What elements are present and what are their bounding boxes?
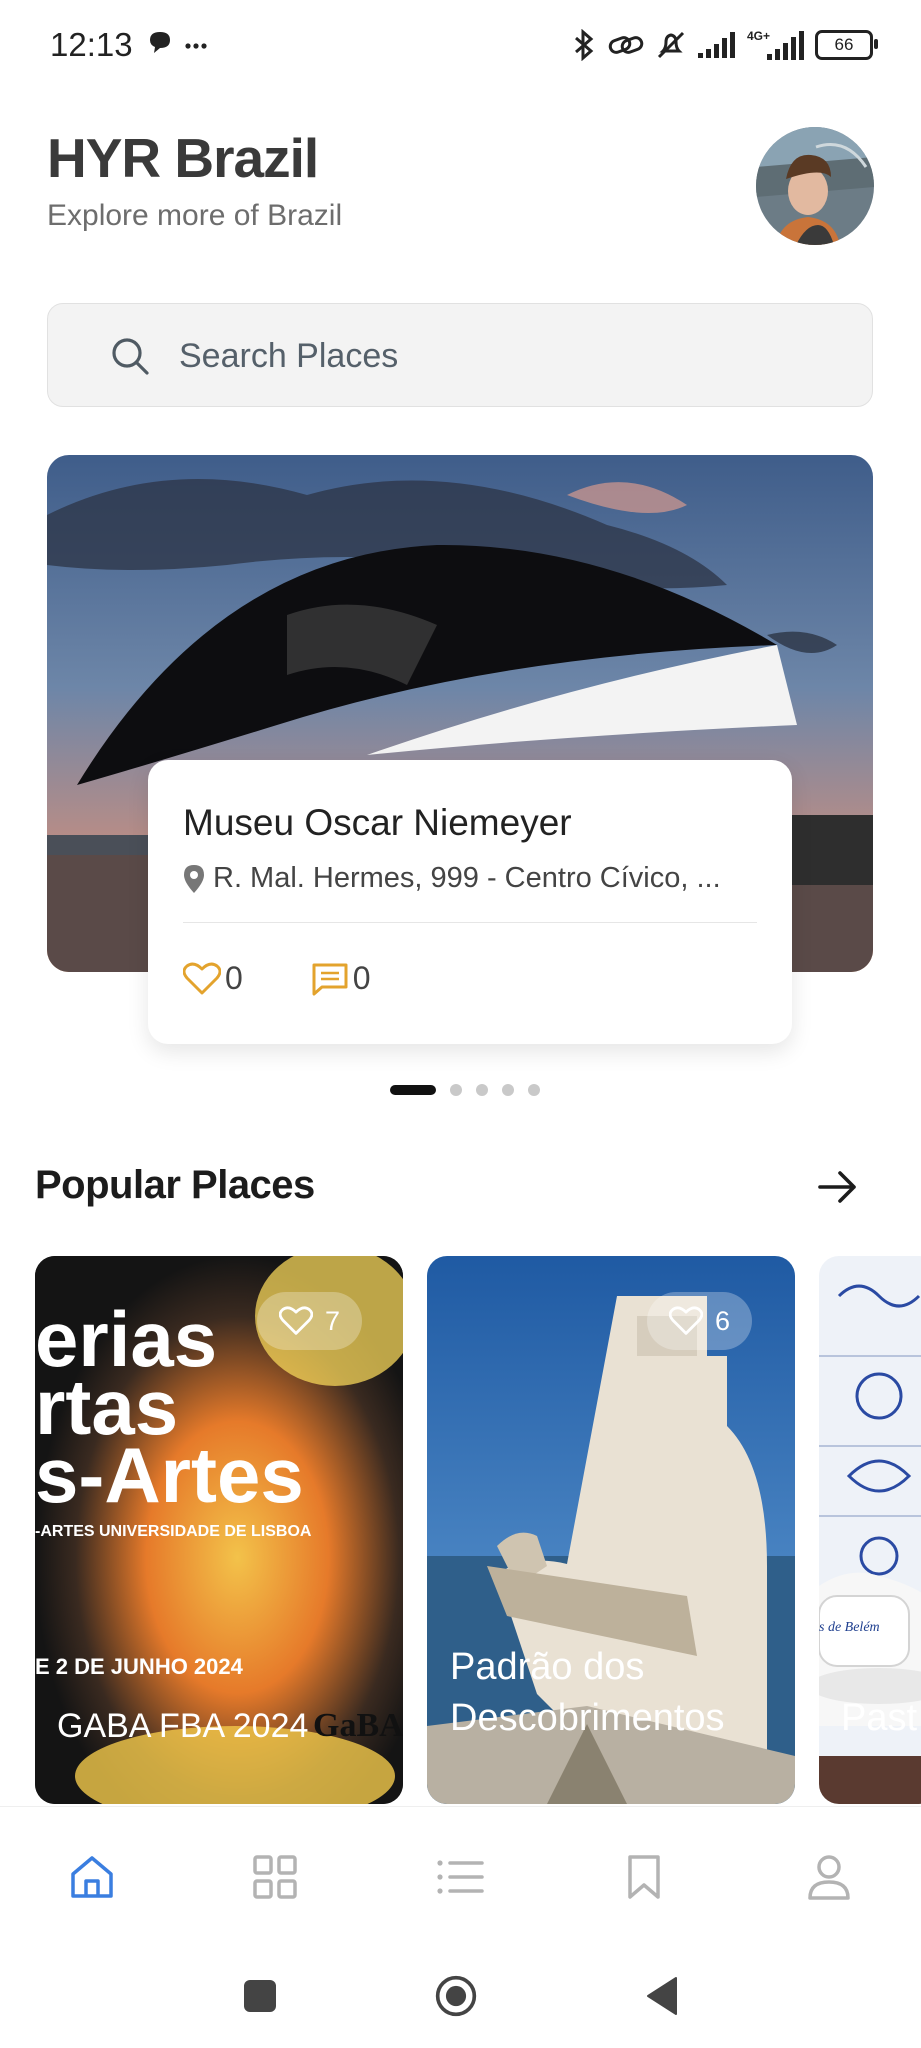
like-count: 7 [325,1305,341,1336]
like-pill[interactable]: 6 [647,1292,753,1350]
home-system-button[interactable] [434,1974,478,2018]
section-title-popular: Popular Places [35,1163,315,1207]
like-pill[interactable]: 7 [257,1292,363,1350]
status-time: 12:13 [50,26,133,63]
featured-address-text: R. Mal. Hermes, 999 - Centro Cívico, ... [213,862,721,894]
nav-categories[interactable] [249,1851,301,1903]
network-type: 4G+ [747,29,770,43]
location-pin-icon [184,864,204,893]
place-name: Past [841,1697,918,1739]
pager-dot[interactable] [527,1084,540,1096]
nav-saved[interactable] [618,1851,670,1903]
more-dots-icon [185,43,207,49]
carousel-pager [0,1084,921,1096]
grid-icon [253,1855,297,1899]
link-icon [608,36,644,54]
status-left-icons [148,30,208,63]
back-triangle-icon [647,1977,677,2015]
search-bar[interactable] [47,303,873,407]
back-button[interactable] [640,1974,684,2018]
poster-date: E 2 DE JUNHO 2024 [35,1654,244,1679]
poster-footer: GABA FBA 2024 [57,1707,308,1745]
bookmark-icon [628,1855,660,1899]
app-subtitle: Explore more of Brazil [47,199,343,232]
heart-icon [279,1306,313,1335]
recent-apps-button[interactable] [238,1974,282,2018]
place-card[interactable]: erias rtas s-Artes -ARTES UNIVERSIDADE D… [35,1256,403,1804]
like-count: 6 [715,1305,731,1336]
profile-icon [808,1855,850,1900]
like-count: 0 [225,960,243,996]
heart-icon [183,962,221,994]
home-icon [71,1856,113,1898]
pager-dot[interactable] [449,1084,462,1096]
poster-logo: GaBA [313,1707,403,1744]
pager-dot[interactable] [501,1084,514,1096]
list-icon [437,1860,484,1894]
like-button[interactable]: 0 [183,960,243,997]
circle-home-icon [435,1975,477,2017]
place-name: Padrão dos Descobrimentos [450,1646,725,1739]
chat-bubble-icon [150,32,170,53]
status-bar: 12:13 4G+ 66 [0,0,921,92]
bottom-nav [0,1806,921,1945]
comment-button[interactable]: 0 [311,960,371,997]
place-card[interactable]: 6 Padrão dos Descobrimentos [427,1256,795,1804]
poster-line: s-Artes [35,1431,304,1519]
battery-icon: 66 [815,30,878,60]
app-title: HYR Brazil [47,127,319,189]
comment-count: 0 [352,960,371,996]
avatar[interactable] [756,127,874,245]
featured-card[interactable]: Museu Oscar Niemeyer R. Mal. Hermes, 999… [148,760,792,1044]
divider [183,922,757,923]
search-icon [112,338,149,375]
heart-icon [669,1306,703,1335]
bell-off-icon [657,31,685,59]
featured-address: R. Mal. Hermes, 999 - Centro Cívico, ... [183,862,763,895]
arrow-right-icon[interactable] [816,1165,860,1209]
battery-level: 66 [834,35,854,54]
featured-title: Museu Oscar Niemeyer [183,802,572,843]
bluetooth-icon [575,29,594,61]
pager-dot[interactable] [389,1085,436,1095]
poster-subtitle: -ARTES UNIVERSIDADE DE LISBOA [35,1523,312,1540]
pager-dot[interactable] [475,1084,488,1096]
nav-profile[interactable] [803,1851,855,1903]
signal-icon [698,32,735,58]
search-input[interactable] [177,324,831,388]
signal-4g-icon: 4G+ [747,29,804,60]
nav-list[interactable] [434,1851,486,1903]
comment-icon [312,963,348,995]
system-nav-bar [0,1944,921,2048]
cup-text: s de Belém [819,1620,880,1635]
status-right-icons: 4G+ 66 [571,28,878,62]
place-card[interactable]: s de Belém Past [819,1256,921,1804]
square-icon [244,1980,276,2012]
featured-stats: 0 0 [183,960,439,997]
nav-home[interactable] [66,1851,118,1903]
